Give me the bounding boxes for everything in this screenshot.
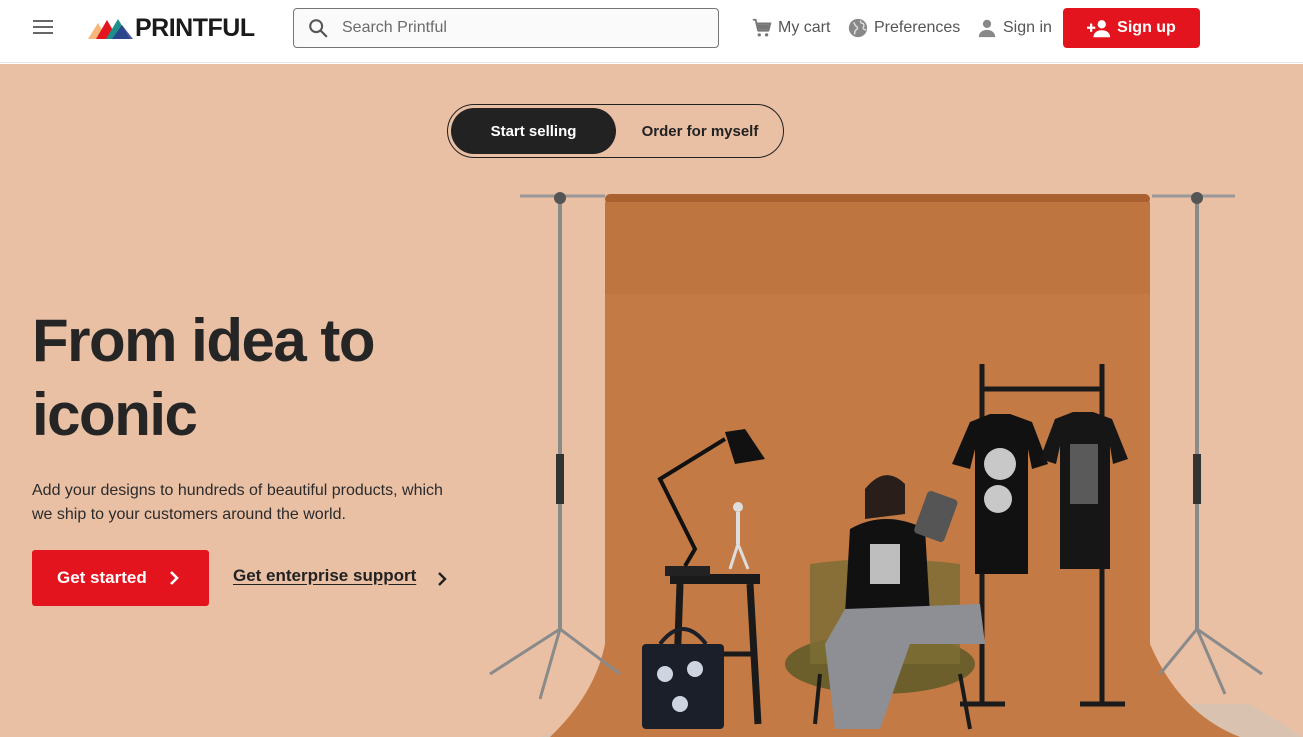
search-input[interactable] <box>342 19 702 37</box>
site-header: PRINTFUL My cart Preferences Sign in <box>0 0 1303 63</box>
cart-icon <box>752 18 772 37</box>
cart-link[interactable]: My cart <box>751 16 830 40</box>
preferences-label: Preferences <box>874 19 961 36</box>
headline-line-1: From idea to <box>32 307 376 374</box>
hero-subtext: Add your designs to hundreds of beautifu… <box>32 482 443 523</box>
audience-toggle: Start selling Order for myself <box>447 104 784 158</box>
search-icon[interactable] <box>307 17 329 39</box>
logo-text: PRINTFUL <box>135 13 255 42</box>
printful-logo[interactable]: PRINTFUL <box>88 13 255 42</box>
preferences-link[interactable]: Preferences <box>847 16 960 40</box>
chevron-right-icon <box>170 571 179 585</box>
add-person-icon <box>1087 20 1111 38</box>
globe-icon <box>848 18 868 38</box>
toggle-start-selling[interactable]: Start selling <box>451 108 616 154</box>
get-started-button[interactable]: Get started <box>32 550 209 606</box>
signup-button[interactable]: Sign up <box>1063 8 1200 48</box>
logo-mark-icon <box>88 19 133 39</box>
cart-label: My cart <box>778 19 831 36</box>
headline-line-2: iconic <box>32 381 198 448</box>
signin-link[interactable]: Sign in <box>976 16 1052 40</box>
menu-icon[interactable] <box>33 20 53 36</box>
hero-headline: From idea to iconic <box>32 304 472 452</box>
hero-section: Start selling Order for myself From idea… <box>0 64 1303 737</box>
signin-label: Sign in <box>1003 19 1052 36</box>
hero-photo <box>489 192 1303 737</box>
signup-label: Sign up <box>1117 19 1176 36</box>
get-started-label: Get started <box>57 568 147 587</box>
tote-bag <box>642 644 724 729</box>
chevron-right-icon[interactable] <box>437 571 447 587</box>
person-icon <box>978 19 996 38</box>
toggle-order-for-myself[interactable]: Order for myself <box>622 108 778 154</box>
enterprise-support-link[interactable]: Get enterprise support <box>233 566 416 586</box>
search-box[interactable] <box>293 8 719 48</box>
